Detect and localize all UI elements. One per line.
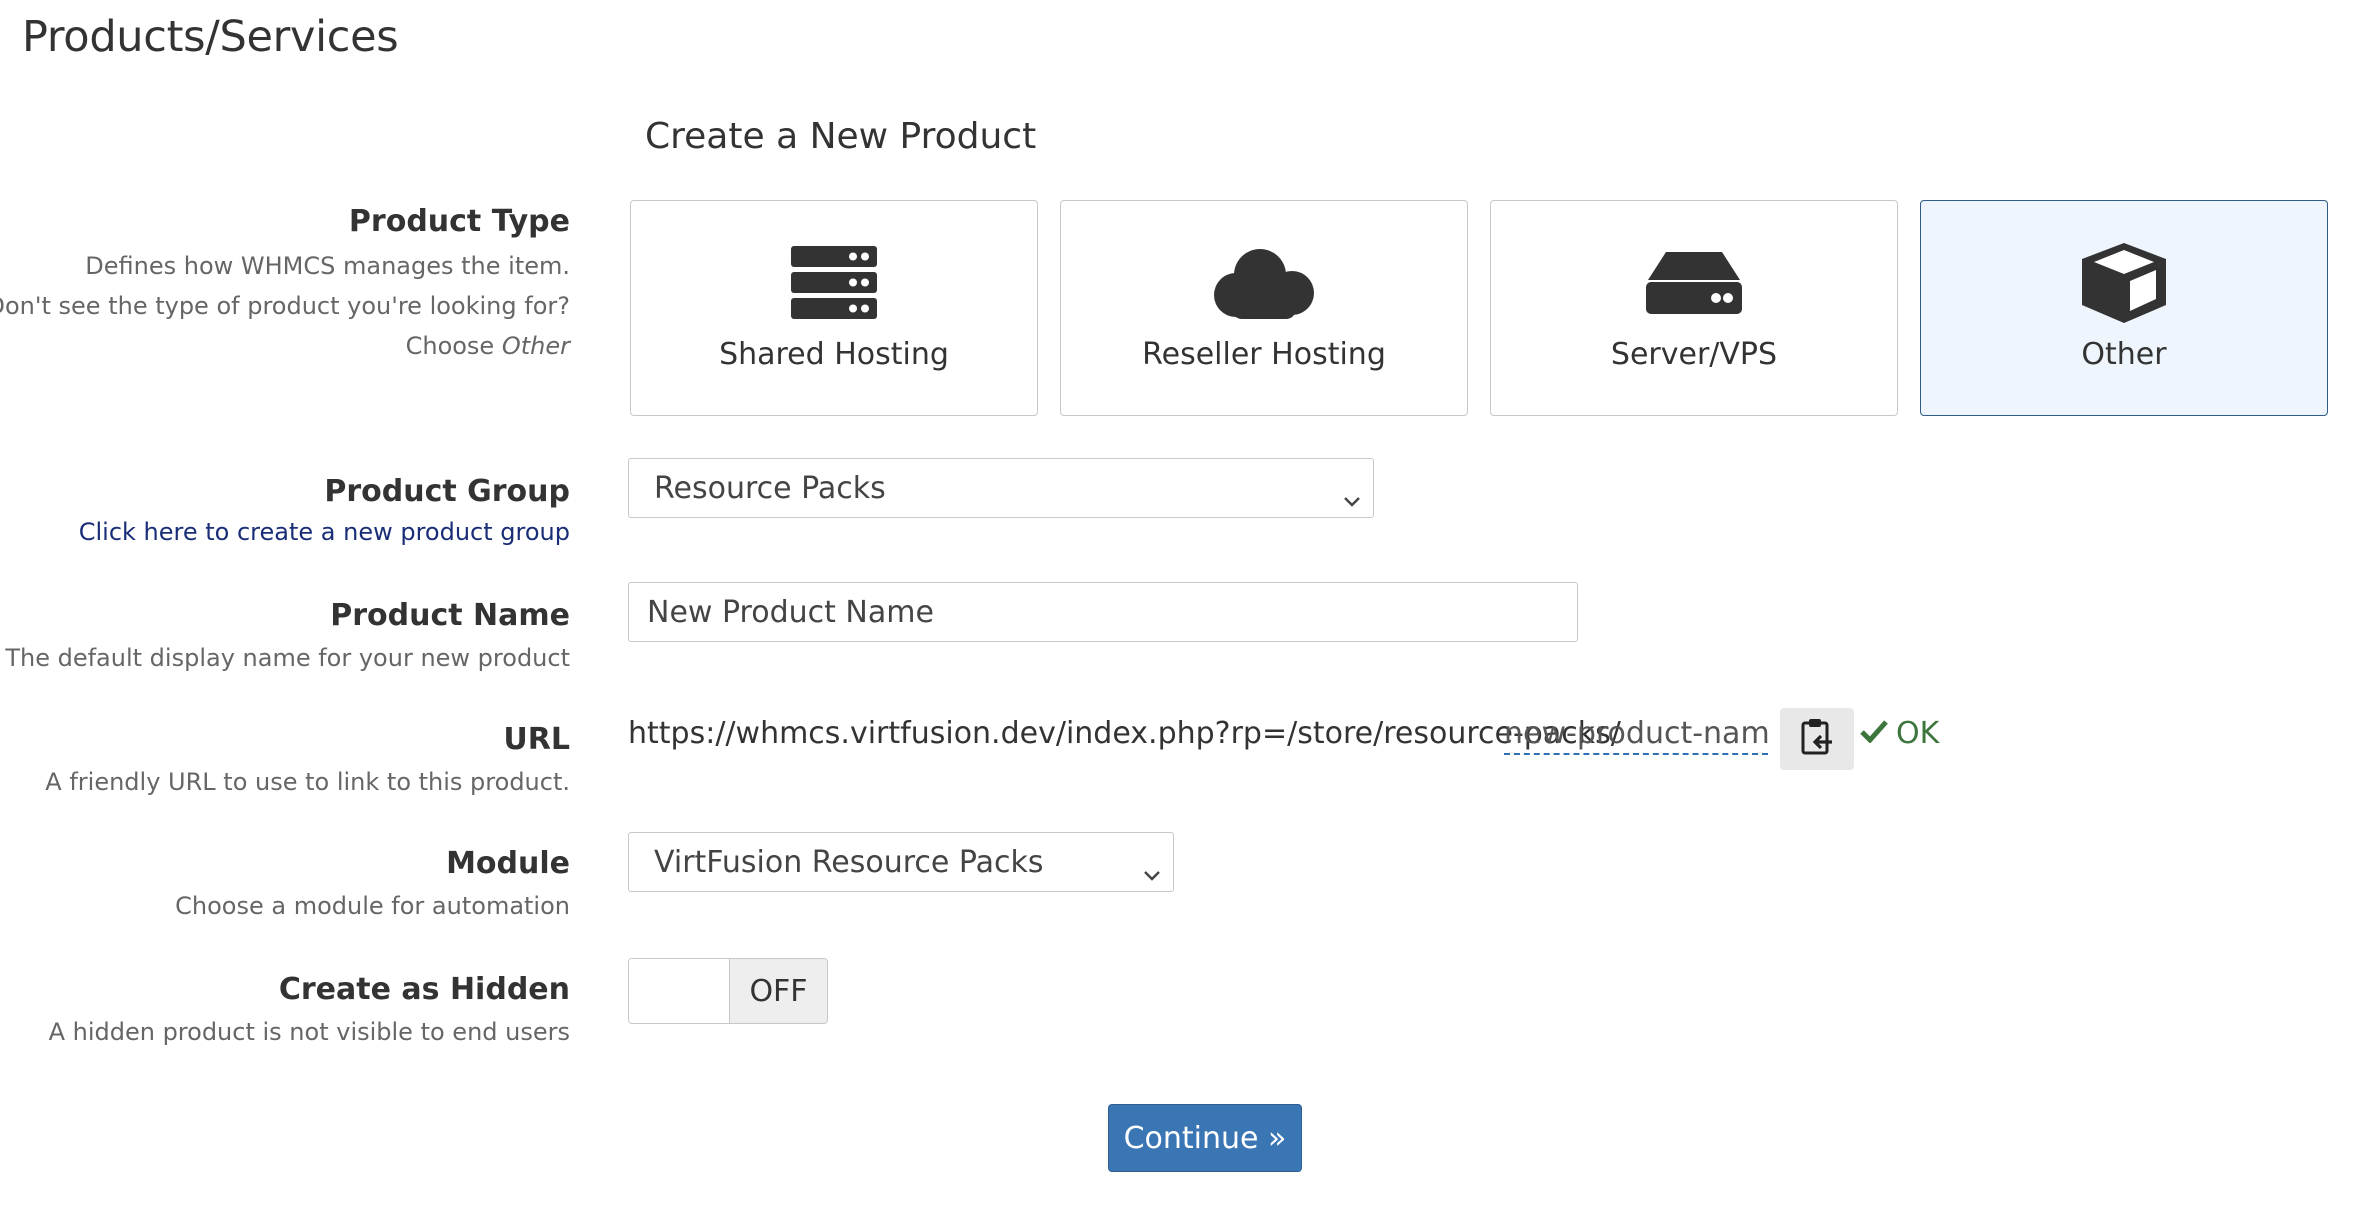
url-status-text: OK (1896, 716, 1940, 751)
module-select-value: VirtFusion Resource Packs (654, 844, 1044, 880)
create-hidden-hint: A hidden product is not visible to end u… (48, 1018, 570, 1046)
product-group-label: Product Group (324, 474, 570, 509)
product-type-other[interactable]: Other (1920, 200, 2328, 416)
create-hidden-label: Create as Hidden (278, 972, 570, 1007)
create-product-group-link[interactable]: Click here to create a new product group (79, 518, 570, 546)
product-type-hint-3-prefix: Choose (405, 332, 495, 360)
product-name-input-value: New Product Name (647, 594, 934, 630)
toggle-knob (629, 959, 729, 1023)
hdd-icon (1646, 245, 1742, 321)
product-type-hint-1: Defines how WHMCS manages the item. (85, 252, 570, 280)
product-type-server-vps-label: Server/VPS (1610, 337, 1778, 372)
product-type-shared-hosting-label: Shared Hosting (719, 337, 949, 372)
chevron-down-icon (1143, 855, 1161, 890)
module-hint: Choose a module for automation (175, 892, 570, 920)
section-title: Create a New Product (645, 116, 1037, 157)
product-type-hint-3: Choose Other (406, 332, 570, 360)
product-type-server-vps[interactable]: Server/VPS (1490, 200, 1898, 416)
create-product-group-link-wrap: Click here to create a new product group (79, 518, 570, 546)
cloud-icon (1210, 245, 1318, 321)
check-icon (1860, 716, 1888, 751)
copy-url-button[interactable] (1780, 708, 1854, 770)
product-group-select[interactable]: Resource Packs (628, 458, 1374, 518)
module-label: Module (446, 846, 570, 881)
product-type-reseller-hosting-label: Reseller Hosting (1142, 337, 1386, 372)
url-slug-field[interactable]: new-product-name (1504, 716, 1768, 755)
product-type-other-label: Other (2081, 337, 2167, 372)
product-type-hint-2: Don't see the type of product you're loo… (0, 292, 570, 320)
continue-button[interactable]: Continue » (1108, 1104, 1302, 1172)
product-type-shared-hosting[interactable]: Shared Hosting (630, 200, 1038, 416)
toggle-state-text: OFF (729, 959, 827, 1023)
url-hint: A friendly URL to use to link to this pr… (45, 768, 570, 796)
server-stack-icon (791, 245, 877, 321)
product-type-label: Product Type (348, 204, 570, 239)
create-hidden-toggle[interactable]: OFF (628, 958, 828, 1024)
product-name-label: Product Name (330, 598, 570, 633)
cube-icon (2080, 243, 2168, 323)
page-title: Products/Services (22, 12, 399, 62)
product-group-select-value: Resource Packs (654, 470, 886, 506)
url-status: OK (1860, 716, 1939, 751)
url-prefix: https://whmcs.virtfusion.dev/index.php?r… (628, 716, 1621, 751)
product-type-reseller-hosting[interactable]: Reseller Hosting (1060, 200, 1468, 416)
product-name-hint: The default display name for your new pr… (5, 644, 570, 672)
chevron-down-icon (1343, 481, 1361, 516)
url-label: URL (503, 722, 570, 757)
product-name-input[interactable]: New Product Name (628, 582, 1578, 642)
clipboard-icon (1800, 718, 1834, 760)
module-select[interactable]: VirtFusion Resource Packs (628, 832, 1174, 892)
product-type-hint-3-emph: Other (501, 332, 570, 360)
